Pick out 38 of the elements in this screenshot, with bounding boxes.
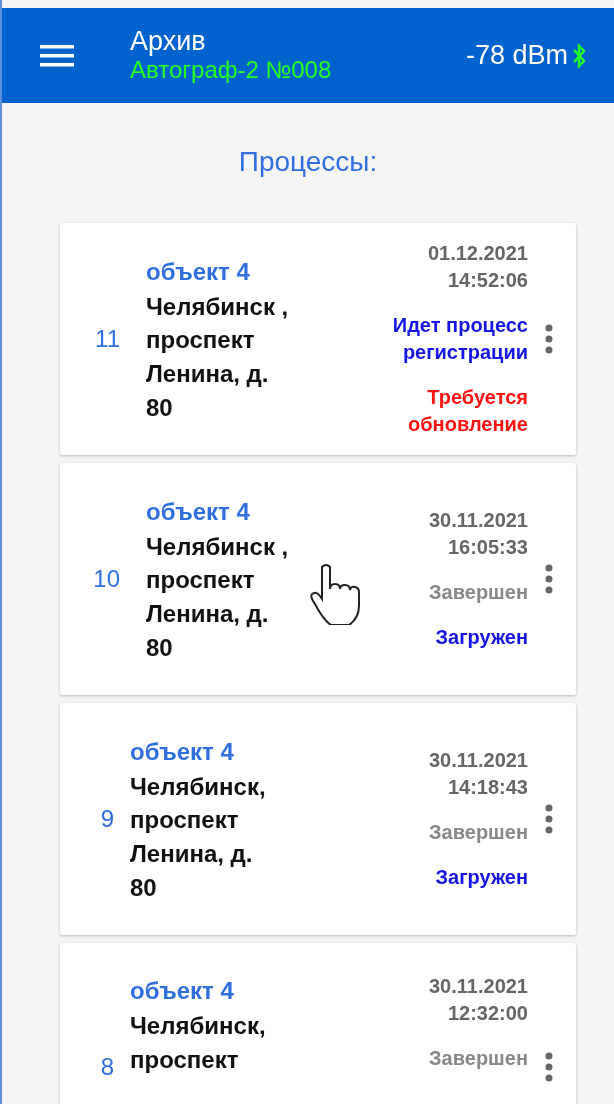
menu-button[interactable]	[40, 42, 74, 69]
object-name: объект 4	[146, 496, 251, 527]
process-date: 01.12.2021	[427, 241, 528, 266]
process-number: 8	[99, 1052, 115, 1082]
status-text: Идет процесс регистрации	[391, 313, 528, 365]
object-name: объект 4	[130, 976, 235, 1006]
device-name: Автограф-2 №008	[130, 57, 333, 84]
process-date: 30.11.2021	[429, 974, 528, 999]
process-card[interactable]: 8 объект 4 Челябинск, проспект 30.11.2021 12:32:00 Завершен	[60, 943, 576, 1104]
process-time: 14:52:06	[447, 268, 528, 293]
status-text: Требуется обновление	[407, 385, 528, 437]
hand-cursor-icon	[310, 563, 360, 625]
status-text: Завершен	[429, 1046, 528, 1071]
status-text: Завершен	[429, 580, 528, 605]
process-time: 12:32:00	[447, 1001, 528, 1026]
bluetooth-icon	[572, 42, 586, 69]
process-number: 9	[99, 804, 115, 834]
status-text: Завершен	[429, 820, 528, 845]
process-number: 11	[94, 324, 121, 354]
object-name: объект 4	[146, 256, 251, 287]
process-card[interactable]: 10 объект 4 Челябинск , проспект Ленина, д. 80 30.11.2021 16:05:33 Завершен Загружен	[60, 463, 576, 695]
screen-title: Архив	[130, 27, 207, 58]
section-heading: Процессы:	[237, 145, 379, 179]
process-number: 10	[92, 564, 121, 594]
process-time: 16:05:33	[447, 535, 528, 560]
address-text: Челябинск, проспект Ленина, д. 80	[130, 771, 267, 903]
process-date: 30.11.2021	[429, 748, 528, 773]
process-card[interactable]: 9 объект 4 Челябинск, проспект Ленина, д. 80 30.11.2021 14:18:43 Завершен Загружен	[60, 703, 576, 935]
process-date: 30.11.2021	[429, 508, 528, 533]
signal-strength: -78 dBm	[465, 39, 568, 73]
address-text: Челябинск , проспект Ленина, д. 80	[146, 291, 290, 423]
object-name: объект 4	[130, 736, 235, 767]
process-card[interactable]: 11 объект 4 Челябинск , проспект Ленина, д. 80 01.12.2021 14:52:06 Идет процесс регистрации Требуется обновление	[60, 223, 576, 455]
address-text: Челябинск , проспект Ленина, д. 80	[146, 531, 290, 663]
status-text: Загружен	[435, 865, 528, 890]
address-text: Челябинск, проспект	[130, 1011, 267, 1075]
process-time: 14:18:43	[447, 775, 528, 800]
status-text: Загружен	[435, 625, 528, 650]
